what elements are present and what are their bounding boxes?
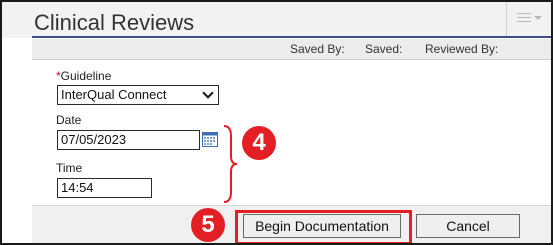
guideline-select[interactable]: InterQual Connect: [57, 85, 219, 105]
status-bar: Saved By: Saved: Reviewed By:: [32, 39, 551, 60]
saved-by-label: Saved By:: [290, 42, 345, 56]
time-label: Time: [56, 161, 83, 175]
bracket-annotation: [223, 125, 238, 203]
date-label: Date: [56, 113, 82, 127]
cancel-button[interactable]: Cancel: [416, 214, 520, 238]
time-value: 14:54: [61, 180, 94, 195]
date-value: 07/05/2023: [61, 132, 127, 147]
review-form: *Guideline InterQual Connect Date 07/05/…: [32, 60, 551, 204]
title-bar: Clinical Reviews: [2, 2, 551, 38]
chevron-down-icon: [202, 87, 214, 99]
step-5-badge: 5: [191, 208, 225, 242]
guideline-label: *Guideline: [56, 69, 112, 83]
date-field[interactable]: 07/05/2023: [57, 130, 200, 150]
dialog-frame: Clinical Reviews Saved By: Saved: Review…: [0, 0, 553, 245]
calendar-icon[interactable]: [202, 131, 218, 147]
dialog-footer: 5 Begin Documentation Cancel: [32, 205, 551, 243]
begin-documentation-button[interactable]: Begin Documentation: [243, 214, 401, 238]
guideline-value: InterQual Connect: [61, 87, 167, 102]
saved-label: Saved:: [365, 42, 403, 56]
time-field[interactable]: 14:54: [57, 178, 152, 198]
hamburger-menu-icon[interactable]: [506, 2, 551, 38]
step-4-badge: 4: [242, 126, 276, 160]
title-divider: [32, 36, 551, 38]
dialog-title: Clinical Reviews: [34, 10, 195, 35]
reviewed-by-label: Reviewed By:: [425, 42, 499, 56]
